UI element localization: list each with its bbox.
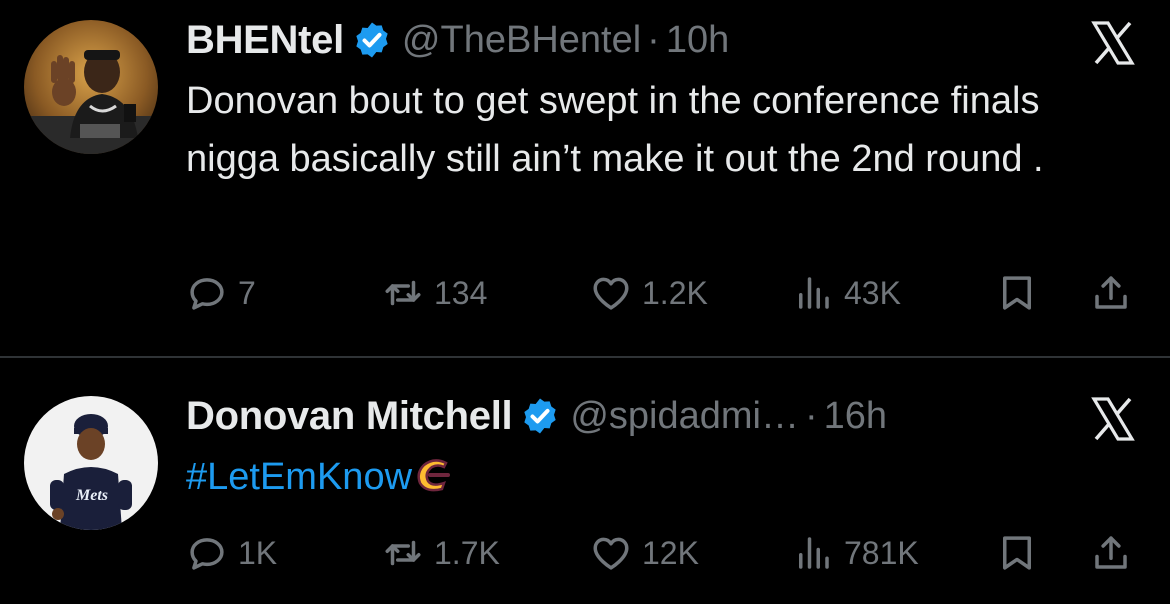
views-icon <box>799 537 829 569</box>
retweet-icon <box>385 280 421 306</box>
like-button[interactable]: 1.2K <box>590 268 708 318</box>
tweet-header: Donovan Mitchell @spidadmi… · 16h <box>186 392 887 440</box>
tweet-text: Donovan bout to get swept in the confere… <box>186 72 1126 188</box>
bookmark-icon <box>1003 276 1031 310</box>
reply-icon <box>190 278 224 310</box>
like-count: 12K <box>642 534 699 571</box>
like-count: 1.2K <box>642 274 708 311</box>
tweet-actions: 7 134 1.2K 43K <box>186 268 1146 318</box>
hashtag-link[interactable]: #LetEmKnow <box>186 456 412 498</box>
separator-dot: · <box>647 18 660 61</box>
tweet-text: #LetEmKnow <box>186 448 1126 506</box>
verified-badge-icon <box>524 398 557 434</box>
retweet-button[interactable]: 1.7K <box>382 528 500 578</box>
reply-count: 1K <box>238 534 278 571</box>
like-icon <box>593 537 629 570</box>
verified-badge-icon <box>356 22 388 58</box>
display-name[interactable]: BHENtel <box>186 18 344 63</box>
timestamp[interactable]: 16h <box>824 395 887 438</box>
reply-button[interactable]: 7 <box>186 268 256 318</box>
like-icon <box>593 277 629 310</box>
handle[interactable]: @spidadmi… <box>570 395 799 438</box>
tweet[interactable]: Mets Donovan Mitchell @spidadmi… · 16h #… <box>0 358 1170 604</box>
like-button[interactable]: 12K <box>590 528 699 578</box>
retweet-count: 134 <box>434 274 488 311</box>
svg-text:Mets: Mets <box>75 487 108 504</box>
share-button[interactable] <box>1090 528 1132 578</box>
separator-dot: · <box>805 394 818 437</box>
tweet-header: BHENtel @TheBHentel · 10h <box>186 16 729 64</box>
tweet[interactable]: BHENtel @TheBHentel · 10h Donovan bout t… <box>0 0 1170 356</box>
views-icon <box>799 277 829 309</box>
avatar[interactable]: Mets <box>24 396 158 530</box>
bookmark-button[interactable] <box>996 528 1038 578</box>
retweet-count: 1.7K <box>434 534 500 571</box>
timestamp[interactable]: 10h <box>666 19 729 62</box>
views-button[interactable]: 781K <box>792 528 919 578</box>
share-button[interactable] <box>1090 268 1132 318</box>
tweet-actions: 1K 1.7K 12K 781K <box>186 528 1146 578</box>
bookmark-icon <box>1003 536 1031 570</box>
retweet-icon <box>385 540 421 566</box>
retweet-button[interactable]: 134 <box>382 268 487 318</box>
views-count: 781K <box>844 534 919 571</box>
bookmark-button[interactable] <box>996 268 1038 318</box>
avatar[interactable] <box>24 20 158 154</box>
reply-icon <box>190 538 224 570</box>
cavaliers-logo-icon <box>417 459 451 492</box>
reply-count: 7 <box>238 274 256 311</box>
views-button[interactable]: 43K <box>792 268 901 318</box>
share-icon <box>1095 276 1127 309</box>
display-name[interactable]: Donovan Mitchell <box>186 394 513 439</box>
x-logo-icon <box>1091 397 1135 441</box>
tweet-text-content: Donovan bout to get swept in the confere… <box>186 80 1044 180</box>
views-count: 43K <box>844 274 901 311</box>
reply-button[interactable]: 1K <box>186 528 277 578</box>
share-icon <box>1095 536 1127 569</box>
handle[interactable]: @TheBHentel <box>402 19 641 62</box>
x-logo-icon <box>1091 21 1135 65</box>
